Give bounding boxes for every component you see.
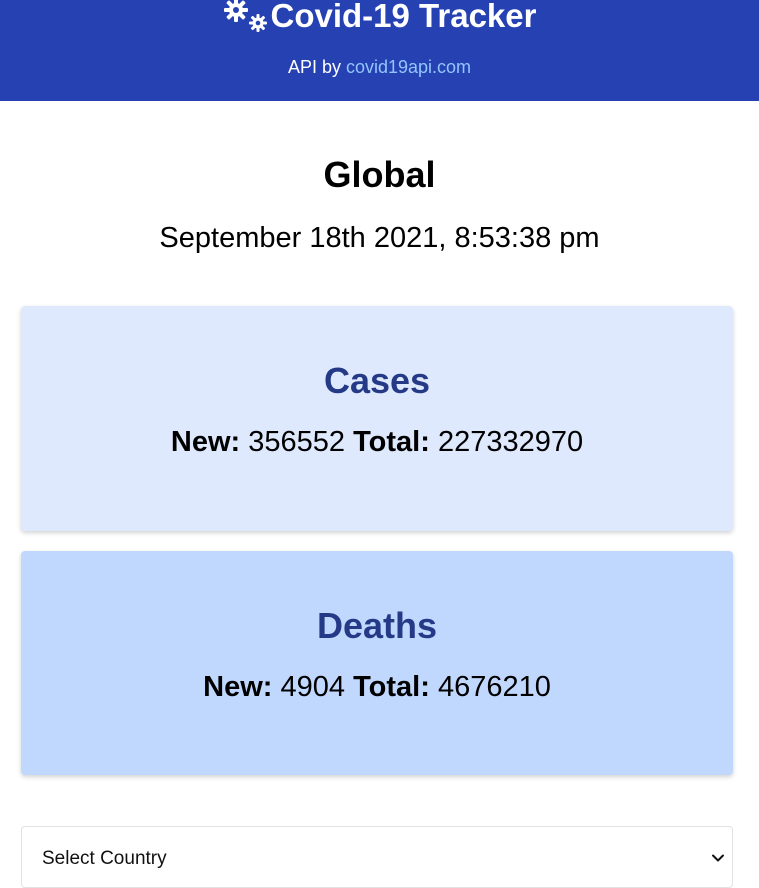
cases-new-value: 356552 <box>248 426 346 458</box>
deaths-new-value: 4904 <box>280 671 346 703</box>
chevron-down-icon <box>711 851 725 870</box>
header-title-row: Covid-19 Tracker <box>0 0 759 36</box>
cases-card: Cases New: 356552 Total: 227332970 <box>21 306 733 531</box>
cases-new-label: New: <box>170 426 241 458</box>
deaths-total-label: Total: <box>353 671 430 703</box>
cases-stats: New: 356552 Total: 227332970 <box>21 422 733 462</box>
deaths-stats: New: 4904 Total: 4676210 <box>21 667 733 707</box>
global-date: September 18th 2021, 8:53:38 pm <box>159 222 600 254</box>
deaths-card: Deaths New: 4904 Total: 4676210 <box>21 551 733 775</box>
deaths-title: Deaths <box>316 605 438 646</box>
cases-total-label: Total: <box>353 426 430 458</box>
header: Covid-19 Tracker API by covid19api.com <box>0 0 759 101</box>
api-credit: API by covid19api.com <box>0 55 759 79</box>
cases-title: Cases <box>323 360 431 401</box>
cases-total-value: 227332970 <box>437 426 584 458</box>
api-credit-prefix: API by <box>287 57 341 77</box>
api-link[interactable]: covid19api.com <box>346 57 471 77</box>
country-select-value: Select Country <box>42 848 167 869</box>
deaths-new-label: New: <box>203 671 273 703</box>
country-select[interactable]: Select Country <box>21 826 733 888</box>
deaths-total-value: 4676210 <box>437 671 551 703</box>
global-title: Global <box>323 154 436 195</box>
gears-icon <box>223 0 269 35</box>
app-title: Covid-19 Tracker <box>270 0 537 34</box>
